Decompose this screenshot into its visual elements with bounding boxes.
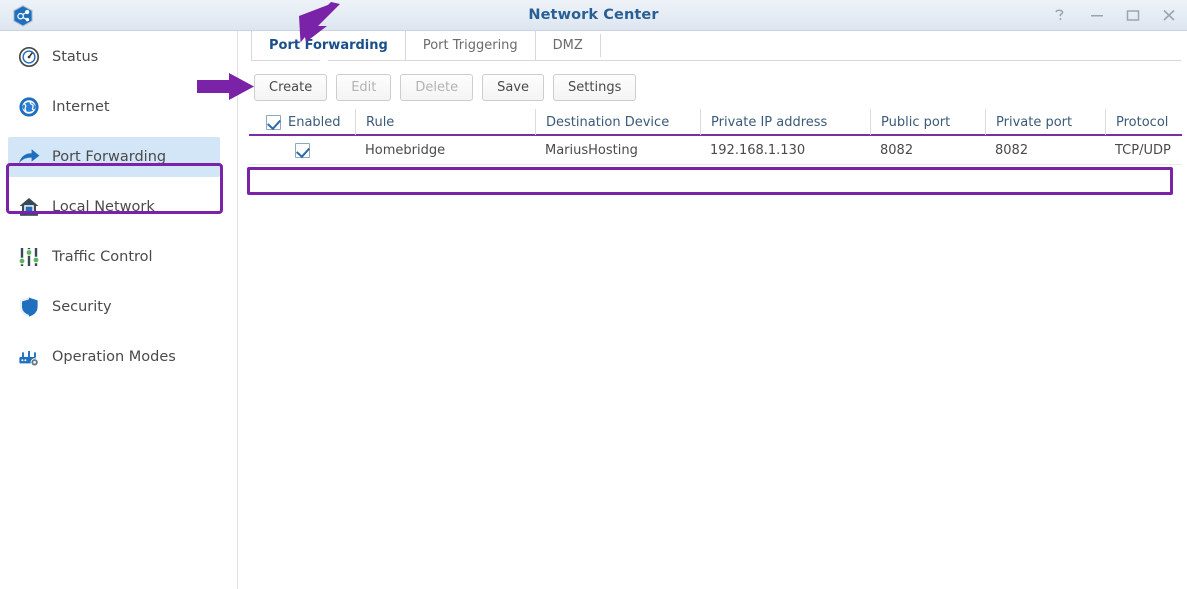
title-bar: Network Center [0, 0, 1187, 31]
cell-value: TCP/UDP [1115, 142, 1171, 158]
router-gear-icon [16, 344, 42, 370]
sidebar-item-label: Security [52, 299, 112, 315]
sidebar-item-label: Internet [52, 99, 110, 115]
column-header-protocol[interactable]: Protocol [1105, 109, 1182, 135]
globe-icon [16, 94, 42, 120]
save-button[interactable]: Save [482, 74, 545, 101]
sidebar-item-label: Local Network [52, 199, 155, 215]
column-header-label: Private IP address [711, 114, 828, 130]
shield-icon [16, 294, 42, 320]
table-row[interactable]: Homebridge MariusHosting 192.168.1.130 8… [249, 136, 1182, 165]
cell-value: 8082 [880, 142, 914, 158]
delete-button[interactable]: Delete [400, 74, 474, 101]
tab-label: DMZ [552, 38, 583, 53]
column-header-rule[interactable]: Rule [355, 109, 535, 135]
cell-value: 192.168.1.130 [710, 142, 806, 158]
toolbar: Create Edit Delete Save Settings [254, 74, 637, 101]
delete-button-label: Delete [415, 80, 459, 95]
column-header-enabled[interactable]: Enabled [249, 109, 355, 135]
cell-value: 8082 [995, 142, 1029, 158]
sidebar-item-traffic-control[interactable]: Traffic Control [8, 237, 220, 277]
sidebar-item-operation-modes[interactable]: Operation Modes [8, 337, 220, 377]
column-header-public-port[interactable]: Public port [870, 109, 985, 135]
sidebar-item-internet[interactable]: Internet [8, 87, 220, 127]
column-header-label: Enabled [288, 114, 341, 130]
column-header-private-port[interactable]: Private port [985, 109, 1105, 135]
forward-arrow-icon [16, 144, 42, 170]
sidebar-item-port-forwarding[interactable]: Port Forwarding [8, 137, 220, 177]
settings-button[interactable]: Settings [553, 74, 637, 101]
column-header-private-ip-address[interactable]: Private IP address [700, 109, 870, 135]
column-header-label: Destination Device [546, 114, 670, 130]
table-header-row: Enabled Rule Destination Device Private … [249, 109, 1182, 136]
tab-port-triggering[interactable]: Port Triggering [404, 31, 535, 60]
save-button-label: Save [497, 80, 530, 95]
row-enabled-checkbox[interactable] [294, 142, 310, 158]
cell-value: MariusHosting [545, 142, 638, 158]
cell-rule: Homebridge [355, 136, 535, 165]
sidebar-item-security[interactable]: Security [8, 287, 220, 327]
sidebar-item-label: Status [52, 49, 99, 65]
column-header-destination-device[interactable]: Destination Device [535, 109, 700, 135]
port-forwarding-table: Enabled Rule Destination Device Private … [249, 109, 1182, 165]
cell-value: Homebridge [365, 142, 446, 158]
tab-label: Port Triggering [422, 38, 518, 53]
help-icon[interactable] [1052, 7, 1069, 24]
network-center-window: Network Center Status Internet Port Forw… [0, 0, 1187, 589]
close-icon[interactable] [1160, 7, 1177, 24]
cell-public-port: 8082 [870, 136, 985, 165]
sliders-icon [16, 244, 42, 270]
minimize-icon[interactable] [1088, 7, 1105, 24]
cell-enabled[interactable] [249, 136, 355, 165]
sidebar-item-label: Operation Modes [52, 349, 176, 365]
sidebar-item-label: Traffic Control [52, 249, 153, 265]
settings-button-label: Settings [568, 80, 622, 95]
maximize-icon[interactable] [1124, 7, 1141, 24]
highlight-box-rule-row [247, 167, 1173, 195]
edit-button[interactable]: Edit [336, 74, 392, 101]
active-tab-notch [316, 57, 332, 64]
column-header-label: Private port [996, 114, 1073, 130]
sidebar-item-label: Port Forwarding [52, 149, 167, 165]
tab-bar-end-divider [599, 34, 601, 57]
create-button[interactable]: Create [254, 74, 328, 101]
select-all-checkbox[interactable] [266, 114, 281, 130]
column-header-label: Rule [366, 114, 395, 130]
sidebar: Status Internet Port Forwarding Local Ne… [0, 31, 238, 589]
cell-destination-device: MariusHosting [535, 136, 700, 165]
cell-protocol: TCP/UDP [1105, 136, 1182, 165]
column-header-label: Public port [881, 114, 951, 130]
cell-private-ip: 192.168.1.130 [700, 136, 870, 165]
cell-private-port: 8082 [985, 136, 1105, 165]
window-title: Network Center [528, 7, 659, 23]
column-header-label: Protocol [1116, 114, 1169, 130]
edit-button-label: Edit [351, 80, 377, 95]
sidebar-item-status[interactable]: Status [8, 37, 220, 77]
tab-bar: Port Forwarding Port Triggering DMZ [251, 31, 1181, 60]
tab-underline [251, 60, 1181, 61]
home-network-icon [16, 194, 42, 220]
gauge-icon [16, 44, 42, 70]
tab-dmz[interactable]: DMZ [534, 31, 600, 60]
main-content: Port Forwarding Port Triggering DMZ Crea… [239, 31, 1187, 589]
sidebar-item-local-network[interactable]: Local Network [8, 187, 220, 227]
annotation-arrow-port-forwarding-tab [296, 2, 346, 44]
annotation-arrow-create [197, 72, 255, 101]
create-button-label: Create [269, 80, 313, 95]
window-controls [1052, 0, 1177, 31]
